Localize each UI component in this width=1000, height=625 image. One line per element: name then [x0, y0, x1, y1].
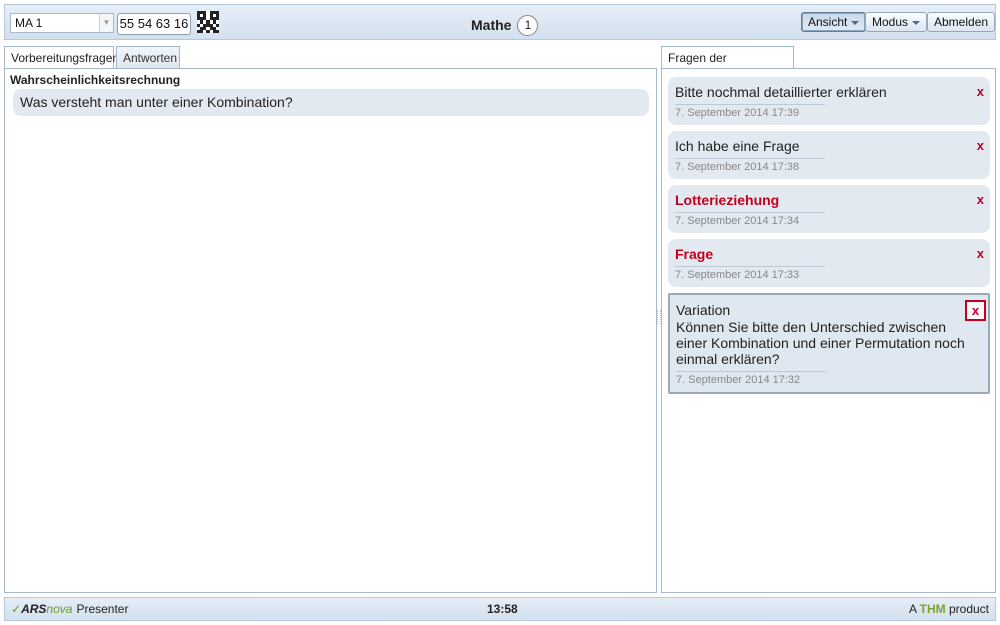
- qr-code-icon[interactable]: [197, 11, 219, 33]
- right-tab-strip: Fragen der Studierenden: [661, 46, 996, 87]
- question-item-subject: Lotterieziehung: [675, 192, 780, 208]
- view-menu-button[interactable]: Ansicht: [801, 12, 867, 32]
- student-questions-body: Bitte nochmal detaillierter erklären 7. …: [661, 68, 996, 593]
- question-item-date: 7. September 2014 17:39: [675, 104, 825, 119]
- student-question-list: Bitte nochmal detaillierter erklären 7. …: [668, 77, 990, 400]
- delete-button[interactable]: x: [977, 193, 984, 207]
- preparation-panel-body: Wahrscheinlichkeitsrechnung Was versteht…: [4, 68, 657, 593]
- checkmark-icon: ✓: [11, 602, 22, 616]
- delete-button[interactable]: x: [977, 85, 984, 99]
- status-bar: ✓ ARS nova Presenter 13:58 A THM product: [4, 597, 996, 621]
- course-select-value: MA 1: [15, 16, 43, 30]
- question-item-date: 7. September 2014 17:34: [675, 212, 825, 227]
- view-menu-label: Ansicht: [808, 15, 848, 29]
- question-item-date: 7. September 2014 17:32: [676, 371, 826, 386]
- list-item[interactable]: Bitte nochmal detaillierter erklären 7. …: [668, 77, 990, 125]
- credit-prefix: A: [908, 602, 917, 616]
- top-toolbar: MA 1 ▼ 55 54 63 16 Mathe 1 Ansicht Modus…: [4, 4, 996, 40]
- thm-credit: A THM product: [909, 602, 989, 616]
- mode-menu-label: Modus: [872, 15, 909, 29]
- clock: 13:58: [487, 602, 518, 616]
- chevron-down-icon[interactable]: ▼: [99, 14, 113, 32]
- question-text[interactable]: Was versteht man unter einer Kombination…: [13, 89, 649, 116]
- question-item-subject: Variation: [676, 302, 731, 318]
- list-item[interactable]: Ich habe eine Frage 7. September 2014 17…: [668, 131, 990, 179]
- student-questions-panel: Fragen der Studierenden Bitte nochmal de…: [661, 46, 996, 593]
- left-tab-strip: Vorbereitungsfragen Antworten: [4, 46, 657, 69]
- delete-button[interactable]: x: [965, 300, 986, 321]
- product-name: Presenter: [76, 602, 129, 616]
- delete-button[interactable]: x: [977, 139, 984, 153]
- arsnova-logo: ✓ ARS nova: [11, 602, 72, 616]
- product-brand: ✓ ARS nova Presenter: [11, 602, 128, 616]
- list-item[interactable]: Frage 7. September 2014 17:33 x: [668, 239, 990, 287]
- question-item-subject: Ich habe eine Frage: [675, 138, 800, 154]
- chevron-down-icon: [851, 20, 860, 25]
- credit-brand: THM: [919, 602, 946, 616]
- question-item-subject: Bitte nochmal detaillierter erklären: [675, 84, 887, 100]
- delete-button[interactable]: x: [977, 247, 984, 261]
- course-select[interactable]: MA 1 ▼: [10, 13, 114, 33]
- question-item-date: 7. September 2014 17:38: [675, 158, 825, 173]
- question-item-date: 7. September 2014 17:33: [675, 266, 825, 281]
- course-title: Mathe: [471, 17, 512, 33]
- list-item-selected[interactable]: Variation Können Sie bitte den Unterschi…: [668, 293, 990, 394]
- tab-student-questions[interactable]: Fragen der Studierenden: [661, 46, 794, 87]
- credit-suffix: product: [948, 602, 989, 616]
- preparation-panel: Vorbereitungsfragen Antworten Wahrschein…: [4, 46, 657, 593]
- logout-button[interactable]: Abmelden: [927, 12, 996, 32]
- tab-answers[interactable]: Antworten: [116, 46, 180, 68]
- course-title-group: Mathe 1: [471, 13, 539, 37]
- question-item-subject: Frage: [675, 246, 714, 262]
- mode-menu-button[interactable]: Modus: [865, 12, 928, 32]
- question-subject: Wahrscheinlichkeitsrechnung: [10, 73, 181, 87]
- tab-preparation-questions[interactable]: Vorbereitungsfragen: [4, 46, 119, 69]
- question-item-body: Können Sie bitte den Unterschied zwische…: [676, 319, 965, 367]
- online-count-badge: 1: [517, 14, 539, 36]
- logo-ars-text: ARS: [21, 602, 47, 616]
- session-key-field[interactable]: 55 54 63 16: [117, 13, 191, 35]
- list-item[interactable]: Lotterieziehung 7. September 2014 17:34 …: [668, 185, 990, 233]
- logo-nova-text: nova: [46, 602, 73, 616]
- chevron-down-icon: [912, 20, 921, 25]
